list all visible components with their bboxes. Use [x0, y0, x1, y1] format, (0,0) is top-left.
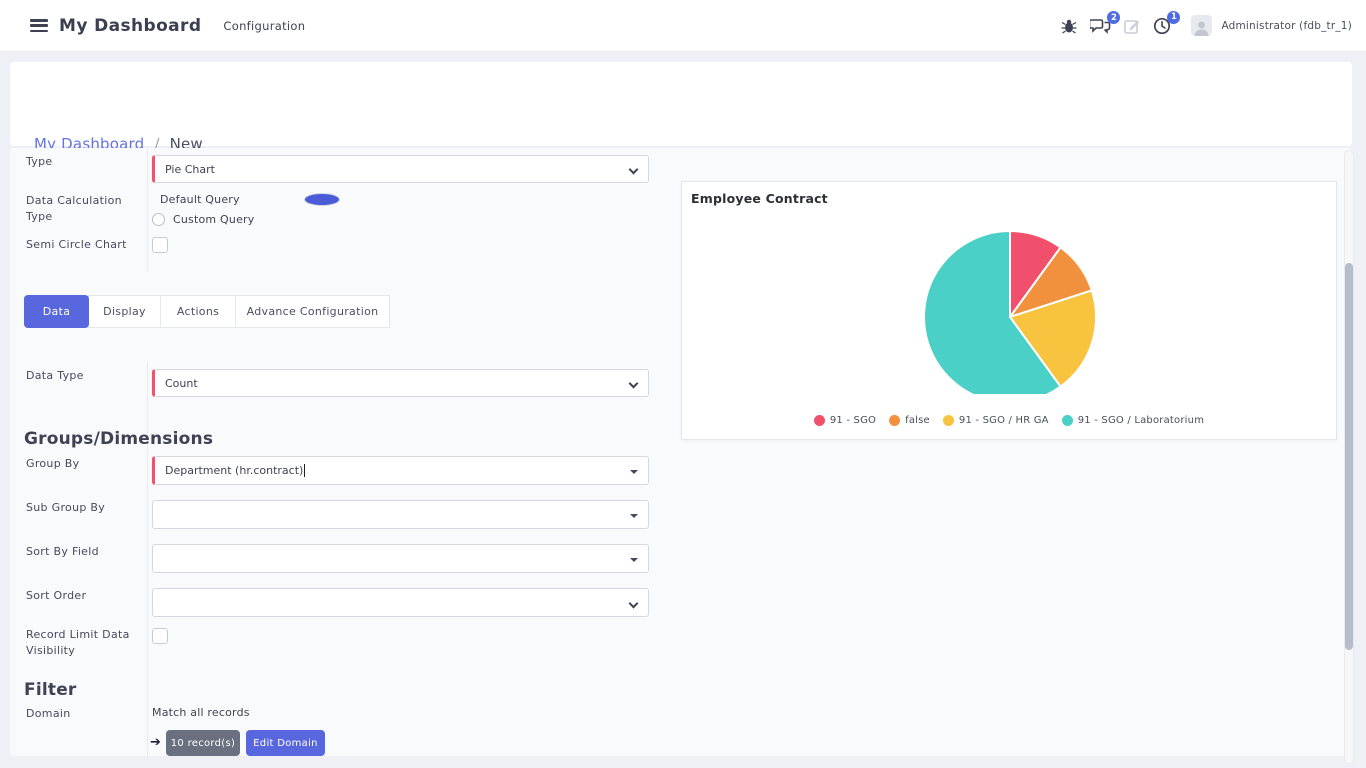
- messages-count-badge: 2: [1107, 11, 1120, 24]
- legend-item: false: [889, 415, 930, 426]
- dropdown-caret-icon: [630, 514, 638, 518]
- sort-by-field-label: Sort By Field: [26, 544, 99, 560]
- form-tabs: Data Display Actions Advance Configurati…: [24, 295, 390, 328]
- radio-default-query[interactable]: Default Query: [152, 193, 240, 206]
- record-limit-checkbox[interactable]: [152, 628, 168, 644]
- chevron-down-icon: [629, 165, 639, 175]
- chevron-down-icon: [629, 599, 639, 609]
- type-select[interactable]: Pie Chart: [152, 155, 649, 183]
- activities-icon-button[interactable]: 1: [1153, 17, 1171, 35]
- hamburger-menu-icon[interactable]: [30, 19, 48, 32]
- chart-legend: 91 - SGO false 91 - SGO / HR GA 91 - SGO…: [682, 415, 1336, 426]
- sort-order-label: Sort Order: [26, 588, 86, 604]
- domain-summary: Match all records: [152, 706, 250, 719]
- group-by-label: Group By: [26, 456, 79, 472]
- app-title: My Dashboard: [59, 16, 201, 36]
- legend-item: 91 - SGO / HR GA: [943, 415, 1049, 426]
- chart-title: Employee Contract: [691, 191, 828, 206]
- breadcrumb-card: My Dashboard / New Save Discard: [10, 62, 1352, 146]
- vertical-scrollbar-thumb[interactable]: [1345, 263, 1353, 650]
- person-silhouette-icon: [1193, 19, 1210, 36]
- sub-group-by-input[interactable]: [152, 500, 649, 529]
- dropdown-caret-icon: [630, 470, 638, 474]
- tab-data[interactable]: Data: [24, 295, 89, 328]
- pie-chart-svg: [682, 208, 1338, 394]
- sub-group-by-label: Sub Group By: [26, 500, 105, 516]
- bug-icon: [1061, 18, 1077, 34]
- user-menu[interactable]: Administrator (fdb_tr_1): [1221, 20, 1352, 32]
- messages-icon-button[interactable]: 2: [1090, 17, 1111, 34]
- edit-pencil-square-icon: [1124, 18, 1140, 34]
- data-type-select[interactable]: Count: [152, 369, 649, 397]
- tab-display[interactable]: Display: [88, 295, 161, 328]
- legend-dot: [814, 415, 825, 426]
- filter-heading: Filter: [24, 680, 77, 700]
- label-field-divider: [147, 150, 148, 272]
- edit-domain-button[interactable]: Edit Domain: [246, 730, 325, 756]
- arrow-right-icon: ➔: [150, 735, 161, 750]
- groups-dimensions-heading: Groups/Dimensions: [24, 429, 213, 449]
- legend-item: 91 - SGO: [814, 415, 876, 426]
- legend-dot: [1062, 415, 1073, 426]
- domain-label: Domain: [26, 706, 70, 722]
- debug-bug-icon[interactable]: [1061, 18, 1077, 34]
- legend-dot: [943, 415, 954, 426]
- radio-selected-icon: [304, 193, 340, 206]
- data-calculation-type-label: Data Calculation Type: [26, 193, 138, 225]
- tab-advance-configuration[interactable]: Advance Configuration: [235, 295, 390, 328]
- chart-preview-card: Employee Contract 91 - SGO false 91 - SG…: [681, 181, 1337, 440]
- semi-circle-chart-checkbox[interactable]: [152, 237, 168, 253]
- label-field-divider: [147, 362, 148, 756]
- type-label: Type: [26, 154, 52, 170]
- data-type-label: Data Type: [26, 368, 84, 384]
- compose-note-button[interactable]: [1124, 18, 1140, 34]
- text-cursor: [304, 464, 305, 477]
- user-avatar[interactable]: [1191, 15, 1212, 36]
- top-bar: My Dashboard Configuration 2: [0, 0, 1366, 52]
- record-limit-label: Record Limit Data Visibility: [26, 627, 148, 659]
- radio-custom-query[interactable]: Custom Query: [152, 213, 254, 226]
- semi-circle-chart-label: Semi Circle Chart: [26, 237, 127, 253]
- dropdown-caret-icon: [630, 558, 638, 562]
- sort-by-field-input[interactable]: [152, 544, 649, 573]
- records-count-button[interactable]: 10 record(s): [166, 730, 240, 756]
- sort-order-select[interactable]: [152, 588, 649, 617]
- legend-dot: [889, 415, 900, 426]
- activities-count-badge: 1: [1167, 11, 1180, 24]
- group-by-input[interactable]: Department (hr.contract): [152, 456, 649, 485]
- radio-unselected-icon: [152, 213, 165, 226]
- tab-actions[interactable]: Actions: [160, 295, 236, 328]
- legend-item: 91 - SGO / Laboratorium: [1062, 415, 1204, 426]
- chevron-down-icon: [629, 379, 639, 389]
- menu-configuration[interactable]: Configuration: [223, 19, 305, 33]
